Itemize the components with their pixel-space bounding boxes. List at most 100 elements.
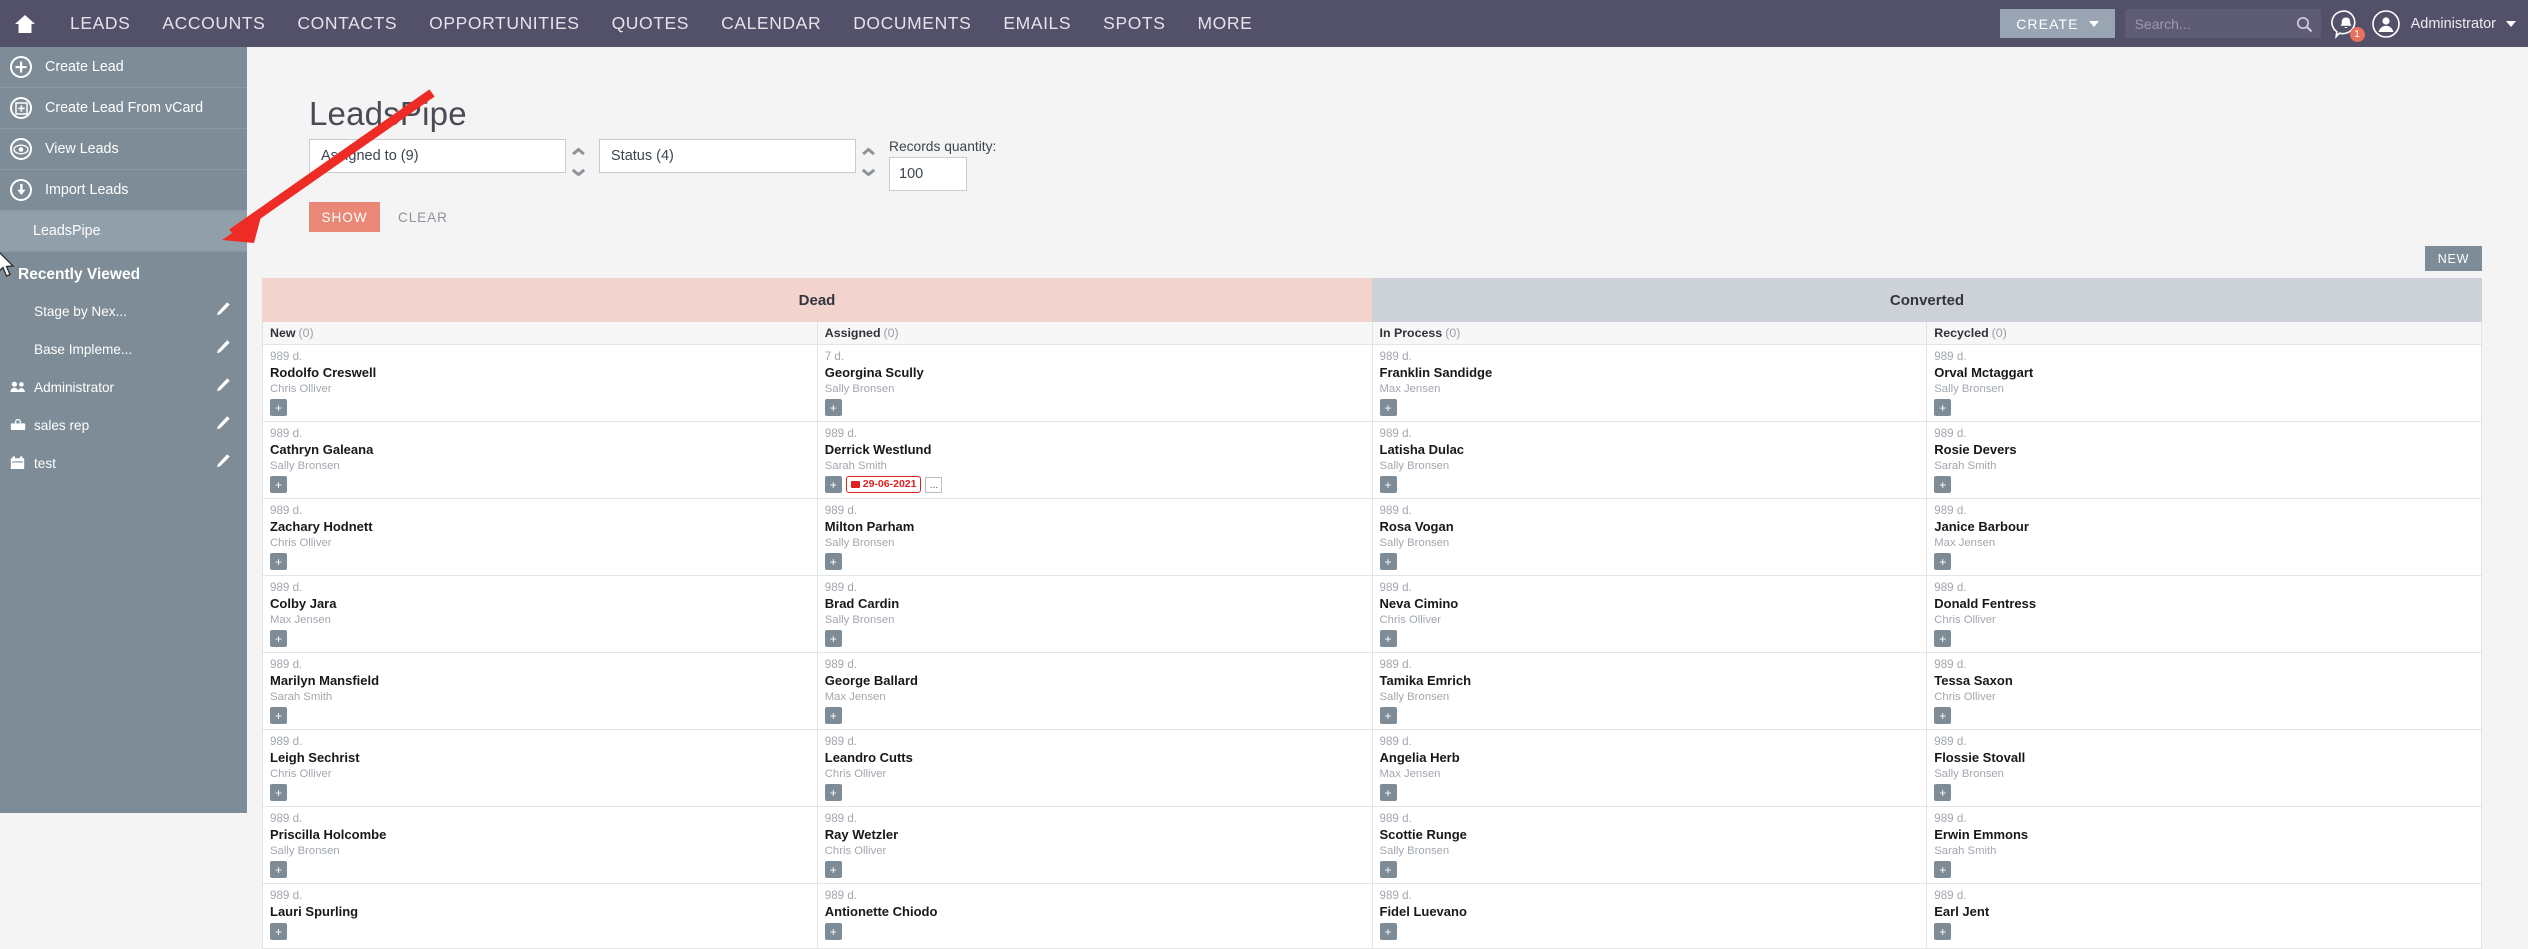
lead-card[interactable]: 989 d. Flossie Stovall Sally Bronsen + bbox=[1927, 730, 2481, 807]
lead-card[interactable]: 989 d. Colby Jara Max Jensen + bbox=[263, 576, 817, 653]
lead-name[interactable]: Flossie Stovall bbox=[1934, 749, 2475, 767]
lead-card[interactable]: 989 d. Leigh Sechrist Chris Olliver + bbox=[263, 730, 817, 807]
add-activity-button[interactable]: + bbox=[1379, 553, 1397, 570]
sidebar-item-import-leads[interactable]: Import Leads bbox=[0, 170, 247, 211]
lead-card[interactable]: 989 d. Brad Cardin Sally Bronsen + bbox=[817, 576, 1372, 653]
lead-card[interactable]: 989 d. Franklin Sandidge Max Jensen + bbox=[1372, 345, 1927, 422]
add-activity-button[interactable]: + bbox=[270, 476, 287, 493]
lead-name[interactable]: Latisha Dulac bbox=[1380, 441, 1921, 459]
lead-card[interactable]: 989 d. Neva Cimino Chris Olliver + bbox=[1372, 576, 1927, 653]
nav-link-documents[interactable]: DOCUMENTS bbox=[837, 13, 987, 34]
lead-card[interactable]: 989 d. Zachary Hodnett Chris Olliver + bbox=[263, 499, 817, 576]
lead-card[interactable]: 989 d. Earl Jent + bbox=[1927, 884, 2481, 949]
chevron-down-icon[interactable] bbox=[572, 168, 585, 176]
add-activity-button[interactable]: + bbox=[1379, 707, 1397, 724]
lead-card[interactable]: 989 d. Janice Barbour Max Jensen + bbox=[1927, 499, 2481, 576]
user-menu-label[interactable]: Administrator bbox=[2411, 16, 2496, 32]
add-activity-button[interactable]: + bbox=[1934, 399, 1952, 416]
lead-card[interactable]: 989 d. Derrick Westlund Sarah Smith +29-06-… bbox=[817, 422, 1372, 499]
lead-name[interactable]: Donald Fentress bbox=[1934, 595, 2475, 613]
lead-name[interactable]: Antionette Chiodo bbox=[825, 903, 1366, 921]
lead-name[interactable]: Cathryn Galeana bbox=[270, 441, 811, 459]
lead-card[interactable]: 989 d. Rosa Vogan Sally Bronsen + bbox=[1372, 499, 1927, 576]
lead-card[interactable]: 989 d. Rodolfo Creswell Chris Olliver + bbox=[263, 345, 817, 422]
lead-card[interactable]: 989 d. Tessa Saxon Chris Olliver + bbox=[1927, 653, 2481, 730]
recent-item[interactable]: Stage by Nex... bbox=[0, 292, 247, 330]
lead-card[interactable]: 989 d. Tamika Emrich Sally Bronsen + bbox=[1372, 653, 1927, 730]
add-activity-button[interactable]: + bbox=[270, 553, 287, 570]
filter-assigned-to-stepper[interactable] bbox=[566, 139, 591, 176]
lead-name[interactable]: Fidel Luevano bbox=[1380, 903, 1921, 921]
add-activity-button[interactable]: + bbox=[1379, 399, 1397, 416]
lead-name[interactable]: Orval Mctaggart bbox=[1934, 364, 2475, 382]
lead-card[interactable]: 989 d. Priscilla Holcombe Sally Bronsen + bbox=[263, 807, 817, 884]
add-activity-button[interactable]: + bbox=[1934, 784, 1952, 801]
home-icon[interactable] bbox=[14, 14, 36, 34]
add-activity-button[interactable]: + bbox=[270, 923, 287, 940]
due-date-badge[interactable]: 29-06-2021 bbox=[845, 476, 922, 493]
chevron-up-icon[interactable] bbox=[572, 147, 585, 155]
edit-pencil-icon[interactable] bbox=[215, 377, 231, 398]
records-quantity-input[interactable] bbox=[889, 157, 967, 191]
lead-card[interactable]: 989 d. Orval Mctaggart Sally Bronsen + bbox=[1927, 345, 2481, 422]
add-activity-button[interactable]: + bbox=[824, 476, 842, 493]
add-activity-button[interactable]: + bbox=[270, 861, 287, 878]
sidebar-item-leadspipe[interactable]: LeadsPipe bbox=[0, 211, 247, 252]
lead-card[interactable]: 989 d. Erwin Emmons Sarah Smith + bbox=[1927, 807, 2481, 884]
lead-card[interactable]: 989 d. Donald Fentress Chris Olliver + bbox=[1927, 576, 2481, 653]
add-activity-button[interactable]: + bbox=[824, 399, 842, 416]
add-activity-button[interactable]: + bbox=[1934, 707, 1952, 724]
lead-name[interactable]: Leigh Sechrist bbox=[270, 749, 811, 767]
lead-name[interactable]: George Ballard bbox=[825, 672, 1366, 690]
lead-card[interactable]: 989 d. Latisha Dulac Sally Bronsen + bbox=[1372, 422, 1927, 499]
lead-name[interactable]: Brad Cardin bbox=[825, 595, 1366, 613]
lead-name[interactable]: Rosa Vogan bbox=[1380, 518, 1921, 536]
lead-name[interactable]: Janice Barbour bbox=[1934, 518, 2475, 536]
nav-link-quotes[interactable]: QUOTES bbox=[596, 13, 706, 34]
lead-card[interactable]: 989 d. Ray Wetzler Chris Olliver + bbox=[817, 807, 1372, 884]
lead-name[interactable]: Angelia Herb bbox=[1380, 749, 1921, 767]
lead-name[interactable]: Georgina Scully bbox=[825, 364, 1366, 382]
add-activity-button[interactable]: + bbox=[1379, 861, 1397, 878]
lead-name[interactable]: Derrick Westlund bbox=[825, 441, 1366, 459]
add-activity-button[interactable]: + bbox=[824, 784, 842, 801]
filter-status-stepper[interactable] bbox=[856, 139, 881, 176]
add-activity-button[interactable]: + bbox=[1934, 476, 1952, 493]
add-activity-button[interactable]: + bbox=[1934, 861, 1952, 878]
add-activity-button[interactable]: + bbox=[1934, 553, 1952, 570]
filter-assigned-to[interactable]: Assigned to (9) bbox=[309, 139, 591, 176]
nav-link-more[interactable]: MORE bbox=[1182, 13, 1269, 34]
add-activity-button[interactable]: + bbox=[1379, 630, 1397, 647]
lead-name[interactable]: Zachary Hodnett bbox=[270, 518, 811, 536]
lead-name[interactable]: Rosie Devers bbox=[1934, 441, 2475, 459]
nav-link-accounts[interactable]: ACCOUNTS bbox=[146, 13, 281, 34]
nav-link-calendar[interactable]: CALENDAR bbox=[705, 13, 837, 34]
filter-status-value[interactable]: Status (4) bbox=[599, 139, 856, 173]
sidebar-item-create-lead[interactable]: Create Lead bbox=[0, 47, 247, 88]
lead-name[interactable]: Milton Parham bbox=[825, 518, 1366, 536]
nav-link-opportunities[interactable]: OPPORTUNITIES bbox=[413, 13, 595, 34]
add-activity-button[interactable]: + bbox=[1379, 784, 1397, 801]
add-activity-button[interactable]: + bbox=[270, 707, 287, 724]
nav-link-spots[interactable]: SPOTS bbox=[1087, 13, 1181, 34]
add-activity-button[interactable]: + bbox=[270, 784, 287, 801]
nav-link-contacts[interactable]: CONTACTS bbox=[281, 13, 413, 34]
nav-link-emails[interactable]: EMAILS bbox=[987, 13, 1087, 34]
sidebar-item-view-leads[interactable]: View Leads bbox=[0, 129, 247, 170]
edit-pencil-icon[interactable] bbox=[215, 301, 231, 322]
lead-name[interactable]: Tessa Saxon bbox=[1934, 672, 2475, 690]
create-button[interactable]: CREATE bbox=[2000, 9, 2115, 38]
lead-name[interactable]: Priscilla Holcombe bbox=[270, 826, 811, 844]
add-activity-button[interactable]: + bbox=[270, 630, 287, 647]
chevron-down-icon[interactable] bbox=[862, 168, 875, 176]
add-activity-button[interactable]: + bbox=[824, 707, 842, 724]
add-activity-button[interactable]: + bbox=[270, 399, 287, 416]
recent-item[interactable]: Base Impleme... bbox=[0, 330, 247, 368]
lead-card[interactable]: 989 d. Angelia Herb Max Jensen + bbox=[1372, 730, 1927, 807]
recent-item[interactable]: sales rep bbox=[0, 406, 247, 444]
edit-pencil-icon[interactable] bbox=[215, 453, 231, 474]
lead-name[interactable]: Lauri Spurling bbox=[270, 903, 811, 921]
clear-button[interactable]: CLEAR bbox=[388, 210, 458, 225]
lead-name[interactable]: Earl Jent bbox=[1934, 903, 2475, 921]
recent-item[interactable]: test bbox=[0, 444, 247, 482]
